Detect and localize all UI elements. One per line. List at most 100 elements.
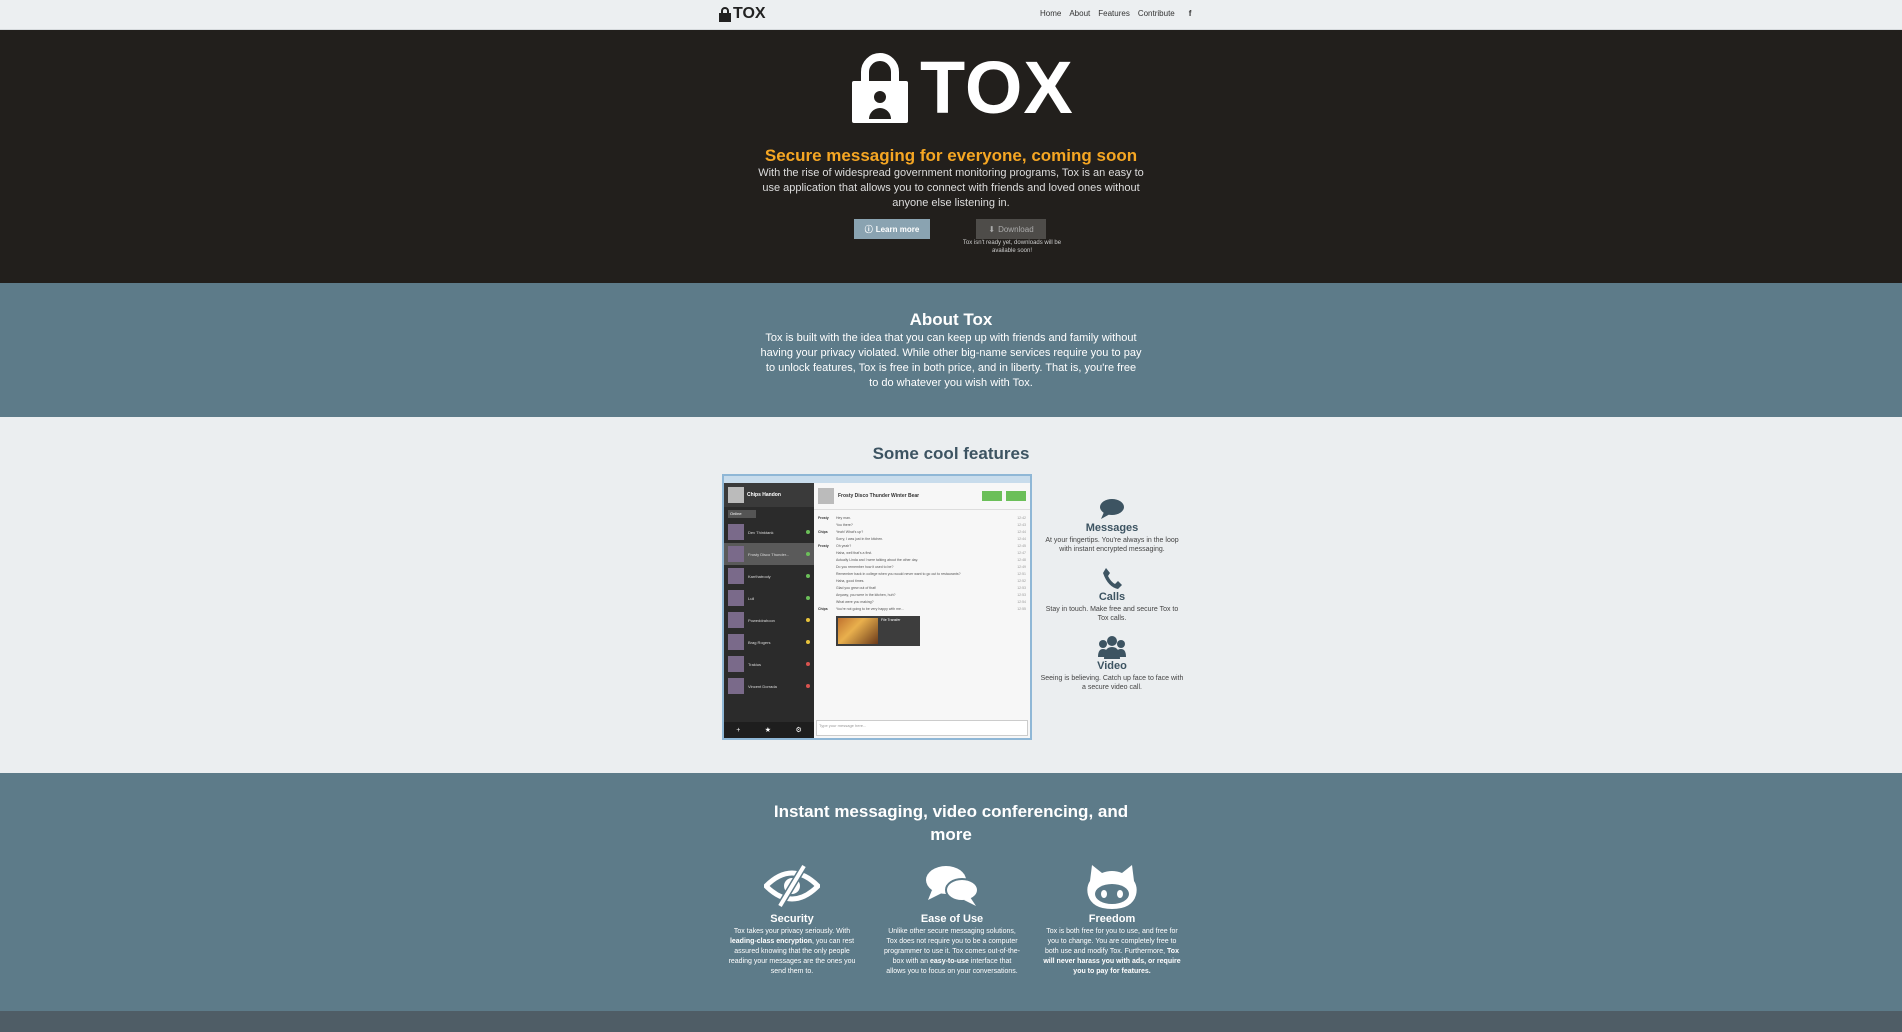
message-ts: 12:53 — [1017, 585, 1026, 590]
app-chat-pane: Frosty Disco Thunder Winter Bear Frosty H… — [814, 483, 1030, 738]
eye-slash-icon — [764, 864, 820, 908]
app-screenshot: Chips Handon Online Dev Thinktank Frosty … — [722, 474, 1032, 740]
nav-logo[interactable]: TOX — [719, 3, 766, 25]
status-dot — [806, 530, 810, 534]
column-text: Tox is both free for you to use, and fre… — [1043, 928, 1181, 975]
message-msg: Haha, good times. — [836, 578, 865, 583]
chat-messages: Frosty Hey man. 12:42 You there? 12:43 Chips Y… — [814, 510, 1030, 612]
column-freedom: Freedom Tox is both free for you to use,… — [1042, 863, 1182, 977]
more-title: Instant messaging, video conferencing, a… — [773, 802, 1129, 844]
message-msg: Sorry, I was just in the kitchen. — [836, 536, 884, 541]
message-ts: 12:49 — [1017, 564, 1026, 569]
contact-item: Lull — [724, 587, 814, 609]
footer — [0, 1011, 1902, 1032]
column-title: Security — [770, 913, 814, 925]
avatar — [728, 678, 744, 694]
info-icon: ⓘ — [864, 224, 873, 234]
message-msg: Do you remember how it used to be? — [836, 564, 894, 569]
learn-more-label: Learn more — [875, 224, 920, 234]
speech-bubble-icon — [1100, 499, 1124, 519]
chat-header: Frosty Disco Thunder Winter Bear — [814, 483, 1030, 510]
message-ts: 12:54 — [1017, 599, 1026, 604]
message-ts: 12:47 — [1017, 550, 1026, 555]
status-dot — [806, 662, 810, 666]
download-note: Tox isn't ready yet, downloads will be a… — [962, 240, 1062, 254]
contact-name: Trakius — [748, 661, 761, 667]
comments-icon — [926, 866, 979, 906]
group-icon — [1098, 636, 1126, 659]
contact-name: Karrlhatrooly — [748, 573, 771, 579]
column-text: Tox takes your privacy seriously. With l… — [728, 928, 856, 975]
message-who: Chips — [818, 606, 828, 611]
status-dot — [806, 596, 810, 600]
message-ts: 12:48 — [1017, 557, 1026, 562]
message-who: Chips — [818, 529, 828, 534]
contact-item: Frosty Disco Thunder... — [724, 543, 814, 565]
nav-link-about[interactable]: About — [1069, 9, 1090, 18]
message-msg: Oh yeah? — [836, 543, 852, 548]
features-title: Some cool features — [872, 444, 1030, 463]
avatar — [728, 568, 744, 584]
avatar — [728, 612, 744, 628]
app-self-profile: Chips Handon — [724, 483, 814, 507]
app-sidebar-toolbar: + ★ ⚙ — [724, 722, 814, 738]
message-ts: 12:44 — [1017, 529, 1026, 534]
chat-message: Haha, well that's a first. 12:47 — [818, 549, 1026, 556]
message-msg: Anyway, you were in the kitchen, huh? — [836, 592, 896, 597]
message-msg: You there? — [836, 522, 853, 527]
hero-description: With the rise of widespread government m… — [758, 167, 1144, 209]
status-dot — [806, 684, 810, 688]
chat-message: Chips Yeah! What's up? 12:44 — [818, 528, 1026, 535]
feature-calls: Calls Stay in touch. Make free and secur… — [1040, 566, 1184, 623]
nav-link-contribute[interactable]: Contribute — [1138, 9, 1175, 18]
hero-logo-text: TOX — [920, 46, 1074, 129]
features-section: Some cool features Chips Handon Online D… — [0, 417, 1902, 773]
status-dot — [806, 552, 810, 556]
hero-logo: TOX — [852, 46, 1074, 129]
hero-section: TOX Secure messaging for everyone, comin… — [0, 30, 1902, 283]
nav-logo-text: TOX — [733, 5, 766, 22]
chat-message: Sorry, I was just in the kitchen. 12:44 — [818, 535, 1026, 542]
feature-title: Calls — [1098, 591, 1126, 603]
message-ts: 12:43 — [1017, 522, 1026, 527]
app-titlebar — [724, 476, 1030, 483]
column-title: Freedom — [1088, 913, 1136, 925]
message-ts: 12:53 — [1017, 592, 1026, 597]
contact-item: Karrlhatrooly — [724, 565, 814, 587]
app-sidebar: Chips Handon Online Dev Thinktank Frosty … — [724, 483, 814, 738]
status-dot — [806, 618, 810, 622]
facebook-icon[interactable]: f — [1189, 9, 1192, 18]
file-transfer-card: File Transfer — [836, 616, 920, 646]
more-section: Instant messaging, video conferencing, a… — [0, 773, 1902, 1011]
contact-name: Vincent Dorrada — [748, 683, 777, 689]
nav-link-features[interactable]: Features — [1098, 9, 1130, 18]
avatar — [728, 634, 744, 650]
download-label: Download — [998, 224, 1034, 234]
hero-tagline: Secure messaging for everyone, coming so… — [764, 146, 1138, 165]
status-dot — [806, 640, 810, 644]
status-dot — [806, 574, 810, 578]
avatar — [818, 488, 834, 504]
feature-text: At your fingertips. You're always in the… — [1045, 537, 1179, 553]
message-msg: Yeah! What's up? — [836, 529, 864, 534]
feature-list: Messages At your fingertips. You're alwa… — [1040, 497, 1184, 704]
message-ts: 12:44 — [1017, 536, 1026, 541]
call-icon — [982, 491, 1002, 501]
contact-name: Brag Rogers — [748, 639, 771, 645]
nav-link-home[interactable]: Home — [1040, 9, 1061, 18]
message-msg: Actually Linda and I were talking about … — [836, 557, 919, 562]
column-text: Unlike other secure messaging solutions,… — [883, 928, 1021, 975]
self-name: Chips Handon — [747, 492, 781, 498]
message-ts: 12:55 — [1017, 606, 1026, 611]
learn-more-button[interactable]: ⓘ Learn more — [854, 219, 930, 239]
feature-messages: Messages At your fingertips. You're alwa… — [1040, 497, 1184, 554]
transfer-icon: ★ — [764, 727, 772, 734]
download-icon: ⬇ — [988, 224, 996, 234]
message-msg: You're not going to be very happy with m… — [836, 606, 904, 611]
contact-name: Poweddrahoon — [748, 617, 775, 623]
download-button[interactable]: ⬇ Download — [976, 219, 1046, 239]
chat-message: Frosty Oh yeah? 12:45 — [818, 542, 1026, 549]
chat-message: Haha, good times. 12:52 — [818, 577, 1026, 584]
message-msg: Remember back in college when you would … — [836, 571, 961, 576]
about-text: Tox is built with the idea that you can … — [760, 332, 1142, 389]
